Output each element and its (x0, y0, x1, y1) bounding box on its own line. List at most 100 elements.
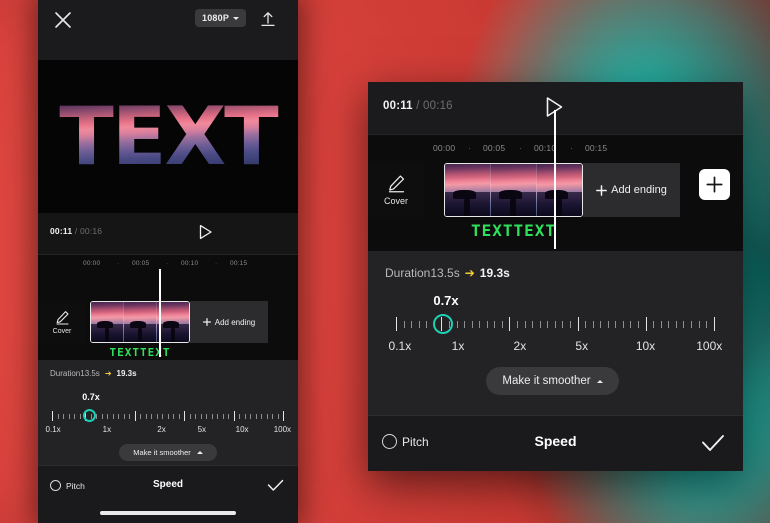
plus-icon (596, 184, 608, 196)
phone-top-bar: 1080P (38, 0, 298, 60)
plus-icon (706, 176, 723, 193)
add-media-button[interactable] (699, 169, 730, 200)
total-time: 00:16 (79, 226, 103, 236)
ruler-dot: · (468, 143, 472, 153)
add-ending-button[interactable]: Add ending (190, 301, 268, 343)
scale-label: 0.1x (45, 425, 61, 434)
make-it-smoother-button[interactable]: Make it smoother (119, 444, 217, 461)
phone-mockup: 1080P TEXT 00:11 / 00:16 00:00 · 00:05 ·… (38, 0, 298, 523)
speed-slider[interactable]: 0.7x (396, 293, 715, 341)
scale-label: 1x (451, 339, 465, 353)
speed-panel: Duration13.5s ➔ 19.3s 0.7x 0.1x 1x 2x 5x… (368, 251, 743, 415)
scale-label: 2x (513, 339, 527, 353)
clip-frame (124, 302, 157, 342)
time-separator: / (416, 100, 420, 112)
speed-scale-labels: 0.1x 1x 2x 5x 10x 100x (38, 425, 298, 437)
plus-icon (202, 318, 211, 326)
cover-button[interactable]: Cover (38, 301, 86, 343)
video-preview[interactable]: TEXT (38, 60, 298, 213)
ruler-label: 00:00 (433, 143, 456, 153)
speed-value-label: 0.7x (433, 293, 459, 308)
smoother-label: Make it smoother (502, 375, 591, 387)
add-ending-button[interactable]: Add ending (583, 163, 680, 217)
ruler-label: 00:00 (83, 260, 101, 267)
pencil-icon (55, 310, 70, 325)
clip-frame (537, 164, 582, 216)
panel-timeline-section: 00:00 · 00:05 · 00:10 · 00:15 Cover Add … (368, 110, 743, 251)
time-code: 00:11 / 00:16 (50, 226, 102, 236)
panel-title: Speed (534, 433, 577, 449)
ruler-dot: · (215, 260, 218, 267)
speed-editor-panel: 00:11 / 00:16 00:00 · 00:05 · 00:10 · 00… (368, 82, 743, 471)
overlay-text-clip[interactable]: TEXTTEXT (90, 346, 190, 360)
total-time: 00:16 (423, 100, 453, 112)
arrow-icon: ➔ (104, 369, 112, 378)
player-bar: 00:11 / 00:16 (38, 213, 298, 255)
scale-label: 2x (157, 425, 166, 434)
upload-icon[interactable] (259, 10, 277, 28)
frame-pole (464, 195, 470, 216)
scale-label: 5x (197, 425, 207, 434)
duration-row: Duration13.5s ➔ 19.3s (50, 369, 137, 378)
scale-label: 0.1x (388, 339, 412, 353)
timeline-section: 00:00 · 00:05 · 00:10 · 00:15 Cover Add … (38, 255, 298, 360)
arrow-icon: ➔ (464, 266, 475, 280)
home-indicator (100, 511, 236, 515)
resolution-selector[interactable]: 1080P (195, 9, 247, 27)
overlay-text-clip[interactable]: TEXTTEXT (444, 221, 583, 243)
resolution-label: 1080P (202, 13, 230, 23)
clip-frame (491, 164, 537, 216)
duration-row: Duration13.5s ➔ 19.3s (385, 266, 510, 280)
bottom-bar: Pitch Speed (38, 465, 298, 523)
ruler-dot: · (166, 260, 169, 267)
speed-panel: Duration13.5s ➔ 19.3s 0.7x 0.1x 1x 2x 5x… (38, 360, 298, 465)
make-it-smoother-button[interactable]: Make it smoother (486, 367, 619, 395)
smoother-label: Make it smoother (133, 448, 191, 457)
current-time: 00:11 (50, 226, 73, 236)
scale-label: 100x (273, 425, 292, 434)
close-icon[interactable] (53, 10, 73, 30)
duration-original: Duration13.5s (385, 266, 460, 280)
cover-button[interactable]: Cover (368, 163, 424, 217)
add-ending-label: Add ending (611, 184, 667, 196)
speed-value-label: 0.7x (82, 392, 100, 402)
frame-pole (171, 326, 175, 342)
current-time: 00:11 (383, 100, 413, 112)
cover-label: Cover (383, 196, 408, 206)
bottom-bar: Pitch Speed (368, 415, 743, 471)
confirm-button[interactable] (701, 434, 725, 452)
ruler-dot: · (519, 143, 523, 153)
caret-up-icon (596, 379, 603, 383)
frame-pole (510, 195, 516, 216)
playhead[interactable] (159, 269, 161, 357)
speed-scale-labels: 0.1x 1x 2x 5x 10x 100x (368, 339, 743, 355)
video-clip[interactable] (444, 163, 583, 217)
scale-label: 1x (102, 425, 112, 434)
speed-slider-thumb[interactable] (83, 409, 96, 422)
video-clip[interactable] (90, 301, 190, 343)
pencil-icon (387, 174, 406, 193)
time-code: 00:11 / 00:16 (383, 100, 453, 112)
chevron-down-icon (233, 16, 240, 20)
duration-new: 19.3s (479, 266, 510, 280)
play-icon[interactable] (198, 224, 213, 240)
cover-label: Cover (52, 327, 72, 335)
ruler-dot: · (117, 260, 120, 267)
frame-pole (105, 326, 109, 342)
ruler-label: 00:05 (132, 260, 150, 267)
frame-pole (138, 326, 142, 342)
ruler-label: 00:15 (585, 143, 608, 153)
ruler-label: 00:10 (534, 143, 557, 153)
duration-original: Duration13.5s (50, 369, 100, 378)
scale-label: 100x (696, 339, 723, 353)
clip-frame (91, 302, 124, 342)
clip-frame (445, 164, 491, 216)
duration-new: 19.3s (116, 369, 137, 378)
speed-slider-thumb[interactable] (433, 314, 453, 334)
panel-title: Speed (152, 479, 183, 490)
playhead[interactable] (554, 110, 556, 249)
timeline-ruler: 00:00 · 00:05 · 00:10 · 00:15 (38, 255, 298, 271)
confirm-button[interactable] (267, 479, 284, 492)
ruler-label: 00:05 (483, 143, 506, 153)
scale-label: 10x (635, 339, 656, 353)
